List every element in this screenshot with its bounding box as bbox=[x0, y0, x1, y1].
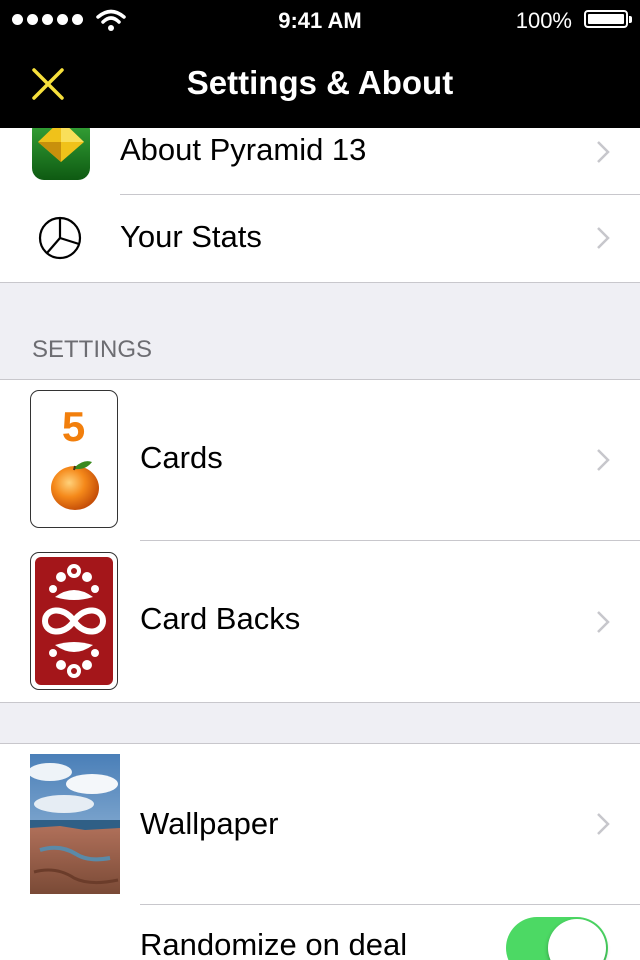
battery-percent: 100% bbox=[515, 8, 572, 33]
wallpaper-row[interactable]: Wallpaper bbox=[0, 744, 640, 904]
settings-group: 5 Cards Card Backs bbox=[0, 380, 640, 702]
your-stats-label: Your Stats bbox=[120, 219, 262, 254]
settings-list[interactable]: About Pyramid 13 Your Stats SETTINGS 5 C… bbox=[0, 128, 640, 960]
page-title: Settings & About bbox=[186, 64, 454, 101]
status-bar: 9:41 AM 100% bbox=[0, 0, 640, 40]
battery-icon bbox=[584, 10, 632, 28]
toggle-knob bbox=[548, 919, 606, 960]
chevron-right-icon bbox=[597, 449, 610, 471]
pie-chart-icon bbox=[38, 216, 82, 260]
chevron-right-icon bbox=[597, 227, 610, 249]
card-backs-row[interactable]: Card Backs bbox=[0, 541, 640, 702]
wallpaper-label: Wallpaper bbox=[140, 806, 279, 841]
orange-fruit-icon bbox=[51, 461, 99, 510]
chevron-right-icon bbox=[597, 813, 610, 835]
about-pyramid-label: About Pyramid 13 bbox=[120, 132, 367, 167]
wallpaper-thumbnail bbox=[30, 754, 120, 894]
group-divider bbox=[0, 702, 640, 703]
randomize-label: Randomize on deal bbox=[140, 927, 408, 960]
appearance-group: Wallpaper Randomize on deal bbox=[0, 744, 640, 960]
pyramid-app-icon bbox=[32, 128, 90, 180]
chevron-right-icon bbox=[597, 611, 610, 633]
ornament-pattern bbox=[41, 564, 107, 678]
cards-row[interactable]: 5 Cards bbox=[0, 380, 640, 540]
card-value: 5 bbox=[61, 403, 86, 450]
cards-label: Cards bbox=[140, 440, 223, 475]
randomize-row: Randomize on deal bbox=[0, 905, 640, 960]
card-backs-label: Card Backs bbox=[140, 601, 301, 636]
randomize-toggle[interactable] bbox=[506, 917, 608, 960]
card-back-icon bbox=[30, 552, 118, 690]
navigation-bar: Settings & About bbox=[0, 40, 640, 128]
group-divider bbox=[0, 282, 640, 283]
chevron-right-icon bbox=[597, 141, 610, 163]
your-stats-row[interactable]: Your Stats bbox=[0, 195, 640, 282]
about-group: About Pyramid 13 Your Stats bbox=[0, 128, 640, 282]
about-pyramid-row[interactable]: About Pyramid 13 bbox=[0, 128, 640, 194]
card-face-icon: 5 bbox=[30, 390, 118, 528]
section-header-settings: SETTINGS bbox=[32, 336, 153, 363]
